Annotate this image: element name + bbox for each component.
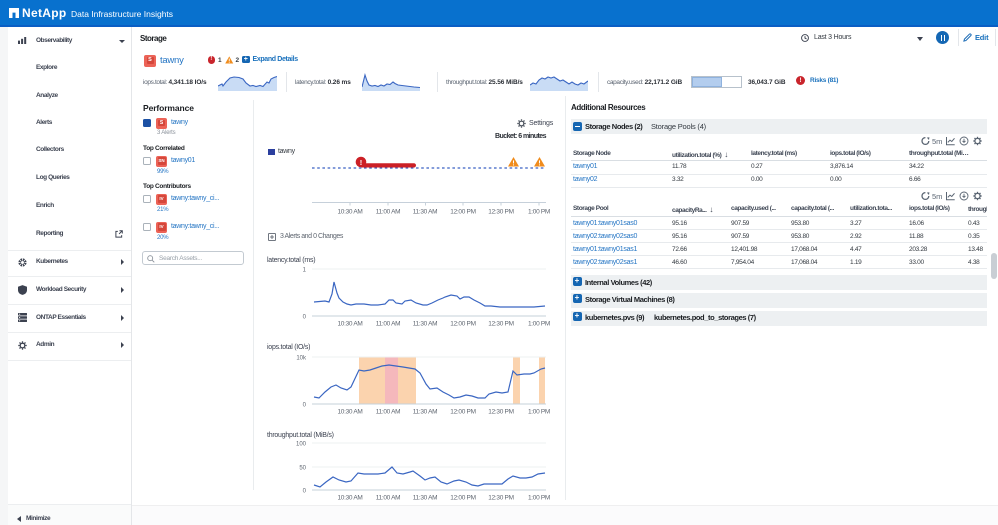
svg-text:12:00 PM: 12:00 PM — [450, 209, 475, 216]
svg-text:11:30 AM: 11:30 AM — [413, 409, 438, 416]
svg-text:11:30 AM: 11:30 AM — [413, 495, 438, 502]
svg-text:5m: 5m — [932, 192, 942, 201]
svg-text:0: 0 — [303, 489, 307, 495]
svg-text:1:00 PM: 1:00 PM — [528, 495, 550, 502]
svg-text:11:00 AM: 11:00 AM — [376, 209, 401, 216]
svg-text:!: ! — [360, 158, 363, 167]
svg-text:10k: 10k — [296, 356, 307, 362]
svg-text:1:00 PM: 1:00 PM — [528, 321, 550, 328]
svg-text:12:00 PM: 12:00 PM — [450, 409, 475, 416]
svg-text:10:30 AM: 10:30 AM — [337, 321, 362, 328]
svg-text:11:00 AM: 11:00 AM — [376, 495, 401, 502]
svg-text:1:00 PM: 1:00 PM — [528, 409, 550, 416]
svg-text:12:30 PM: 12:30 PM — [488, 209, 513, 216]
svg-text:11:30 AM: 11:30 AM — [413, 321, 438, 328]
svg-text:0: 0 — [303, 315, 307, 321]
svg-text:12:30 PM: 12:30 PM — [488, 495, 513, 502]
svg-text:11:00 AM: 11:00 AM — [376, 321, 401, 328]
svg-text:10:30 AM: 10:30 AM — [337, 409, 362, 416]
svg-text:5m: 5m — [932, 137, 942, 146]
svg-text:12:00 PM: 12:00 PM — [450, 321, 475, 328]
svg-text:12:30 PM: 12:30 PM — [488, 321, 513, 328]
svg-text:10:30 AM: 10:30 AM — [337, 209, 362, 216]
svg-text:11:00 AM: 11:00 AM — [376, 409, 401, 416]
svg-text:12:00 PM: 12:00 PM — [450, 495, 475, 502]
svg-text:1:00 PM: 1:00 PM — [528, 209, 550, 216]
svg-text:50: 50 — [299, 466, 306, 472]
svg-text:0: 0 — [303, 403, 307, 409]
svg-text:100: 100 — [296, 442, 307, 448]
svg-text:1: 1 — [303, 268, 307, 274]
svg-text:10:30 AM: 10:30 AM — [337, 495, 362, 502]
svg-text:11:30 AM: 11:30 AM — [413, 209, 438, 216]
svg-text:12:30 PM: 12:30 PM — [488, 409, 513, 416]
